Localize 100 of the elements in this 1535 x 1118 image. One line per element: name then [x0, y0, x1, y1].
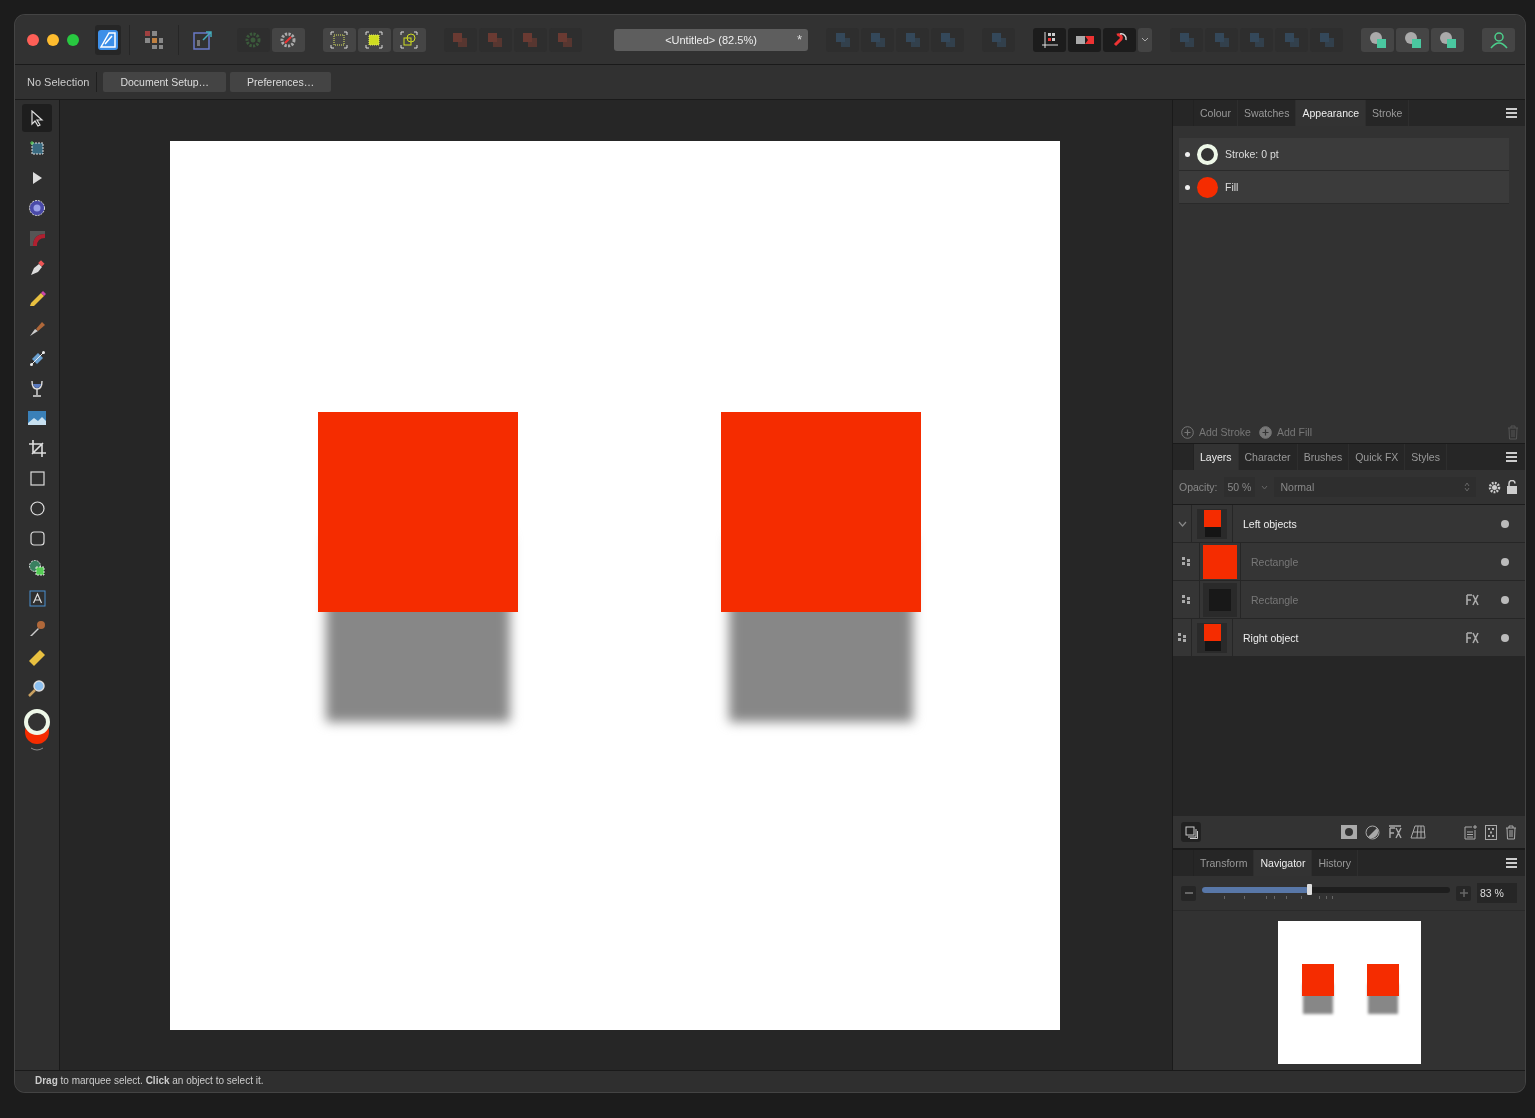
mask-icon[interactable]	[1341, 825, 1357, 839]
ellipse-icon	[29, 500, 45, 516]
opacity-label: Opacity:	[1179, 481, 1218, 493]
drag-handle-icon[interactable]	[1181, 595, 1191, 604]
layer-name: Rectangle	[1251, 593, 1300, 606]
colour-well-icon[interactable]	[22, 708, 52, 754]
lock-icon[interactable]	[1507, 480, 1517, 494]
drag-handle-icon[interactable]	[1177, 633, 1187, 642]
visibility-dot[interactable]	[1501, 633, 1509, 642]
drag-handle-icon[interactable]	[1181, 557, 1191, 566]
chevron-icon[interactable]	[1177, 520, 1187, 527]
appearance-row[interactable]: Fill	[1179, 171, 1509, 204]
adjustment-icon[interactable]	[1365, 824, 1380, 840]
shape-builder-icon	[28, 559, 46, 577]
status-hint: Drag to marquee select. Click an object to select it.	[15, 1070, 1525, 1092]
boolean-icon[interactable]	[1361, 27, 1394, 52]
boolean-icon[interactable]	[1396, 27, 1429, 52]
context-button[interactable]: Document Setup…	[103, 72, 227, 92]
zoom-button[interactable]	[67, 33, 79, 46]
layer-name: Rectangle	[1251, 555, 1300, 568]
trash-icon[interactable]	[1505, 824, 1517, 840]
snapping-grid-icon[interactable]	[1033, 27, 1066, 52]
menu-icon[interactable]	[1506, 108, 1517, 118]
layer-row[interactable]: Rectangle	[1173, 543, 1525, 581]
panel-tab[interactable]: Styles	[1405, 444, 1447, 470]
boolean-icon[interactable]	[1431, 27, 1464, 52]
fill-swatch[interactable]	[1197, 176, 1218, 198]
panel-tab[interactable]: History	[1312, 850, 1359, 876]
contour-icon	[28, 199, 46, 217]
panel-tab[interactable]: Navigator	[1254, 850, 1313, 876]
layer-thumbnail	[1203, 544, 1237, 579]
visibility-dot[interactable]	[1501, 557, 1509, 566]
add-layer-icon[interactable]	[1464, 824, 1477, 840]
glass-icon	[30, 379, 44, 397]
grid-selection-icon[interactable]	[357, 27, 391, 52]
checker-icon[interactable]	[1485, 824, 1497, 840]
navigator-preview[interactable]	[1277, 921, 1421, 1064]
layers-stack-icon[interactable]	[1181, 822, 1201, 842]
visibility-dot[interactable]	[1501, 595, 1509, 604]
tool-button[interactable]	[22, 104, 52, 132]
ruler-icon	[28, 649, 46, 667]
selection-label: No Selection	[27, 72, 98, 92]
snapping-toggle-icon[interactable]	[1068, 27, 1101, 52]
layer-name: Right object	[1243, 631, 1300, 644]
settings-icon[interactable]	[1488, 480, 1501, 494]
magnet-icon[interactable]	[1103, 27, 1136, 52]
appearance-row[interactable]: Stroke: 0 pt	[1179, 138, 1509, 171]
add-button[interactable]: Add Stroke	[1181, 425, 1251, 439]
brush-icon	[28, 319, 46, 337]
appearance-label: Stroke: 0 pt	[1225, 148, 1279, 160]
rounded-rectangle-icon	[29, 530, 45, 546]
panel-tab[interactable]: Quick FX	[1349, 444, 1406, 470]
slider-thumb[interactable]	[1306, 884, 1312, 895]
layer-row[interactable]: Left objects	[1173, 505, 1525, 543]
close-button[interactable]	[27, 33, 39, 46]
menu-icon[interactable]	[1506, 452, 1517, 462]
user-icon[interactable]	[1482, 27, 1515, 52]
visibility-dot[interactable]	[1501, 519, 1509, 528]
plus-icon	[1258, 425, 1272, 439]
grid-selection-icon[interactable]	[322, 27, 356, 52]
panel-tab[interactable]: Stroke	[1366, 100, 1410, 126]
export-icon[interactable]	[192, 29, 213, 50]
bullet-icon	[1185, 151, 1190, 157]
minimize-button[interactable]	[47, 33, 59, 46]
pointer-icon	[30, 109, 44, 127]
shapes-icon[interactable]	[392, 27, 426, 52]
menu-icon[interactable]	[1506, 858, 1517, 868]
zoom-icon	[28, 679, 46, 697]
appearance-label: Fill	[1225, 181, 1239, 193]
panel-tab[interactable]: Brushes	[1297, 444, 1350, 470]
effects-icon[interactable]	[1388, 825, 1402, 839]
effects-icon[interactable]	[1466, 593, 1479, 606]
pen-icon	[28, 259, 46, 277]
plus-icon	[1459, 889, 1468, 897]
panel-tab[interactable]: Character	[1238, 444, 1298, 470]
bullet-icon	[1185, 184, 1190, 190]
pixel-persona-icon[interactable]	[144, 29, 165, 50]
stepper-icon	[1464, 482, 1470, 492]
rectangle-icon	[29, 470, 45, 486]
panel-tab[interactable]: Layers	[1194, 444, 1239, 470]
mesh-icon[interactable]	[1410, 825, 1426, 839]
image-icon	[28, 411, 46, 425]
layer-row[interactable]: Rectangle	[1173, 581, 1525, 619]
effects-icon[interactable]	[1466, 631, 1479, 644]
layer-thumbnail	[1203, 582, 1237, 617]
designer-persona-icon[interactable]	[95, 24, 122, 55]
context-button[interactable]: Preferences…	[230, 72, 332, 92]
zoom-out-button[interactable]	[1181, 885, 1196, 901]
add-button[interactable]: Add Fill	[1258, 425, 1312, 439]
stroke-swatch[interactable]	[1197, 143, 1218, 165]
blend-mode-dropdown[interactable]: Normal	[1274, 477, 1476, 497]
panel-tab[interactable]: Colour	[1194, 100, 1238, 126]
zoom-field[interactable]: 83 %	[1477, 883, 1517, 903]
zoom-slider[interactable]	[1202, 885, 1450, 901]
gear-icon[interactable]	[271, 27, 305, 52]
layer-thumbnail	[1197, 622, 1227, 653]
opacity-field[interactable]: 50 %	[1223, 477, 1256, 497]
plus-icon	[1181, 425, 1194, 439]
layer-row[interactable]: Right object	[1173, 619, 1525, 657]
panel-tab[interactable]: Appearance	[1296, 100, 1367, 126]
